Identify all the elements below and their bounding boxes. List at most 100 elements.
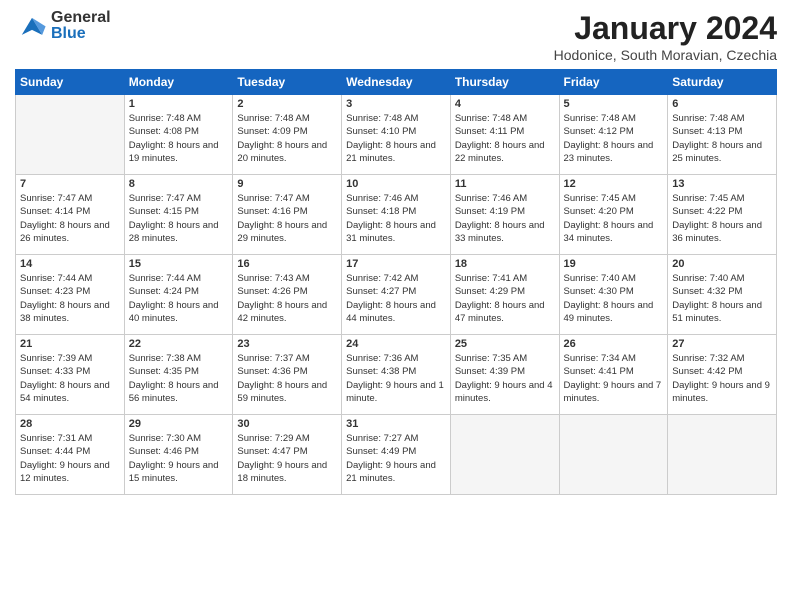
- calendar-cell: 6 Sunrise: 7:48 AM Sunset: 4:13 PM Daylig…: [668, 95, 777, 175]
- logo-icon: [15, 11, 49, 41]
- day-number: 1: [129, 98, 229, 110]
- calendar-cell: 15 Sunrise: 7:44 AM Sunset: 4:24 PM Dayli…: [124, 255, 233, 335]
- day-number: 2: [237, 98, 337, 110]
- day-info: Sunrise: 7:43 AM Sunset: 4:26 PM Dayligh…: [237, 272, 337, 325]
- logo-blue: Blue: [51, 26, 111, 42]
- page-header: General Blue January 2024 Hodonice, Sout…: [15, 10, 777, 63]
- day-number: 21: [20, 338, 120, 350]
- calendar-cell: [16, 95, 125, 175]
- calendar-cell: 21 Sunrise: 7:39 AM Sunset: 4:33 PM Dayli…: [16, 335, 125, 415]
- title-area: January 2024 Hodonice, South Moravian, C…: [554, 10, 777, 63]
- calendar-cell: 11Sunrise: 7:46 AM Sunset: 4:19 PM Dayli…: [450, 175, 559, 255]
- calendar-week-row: 14 Sunrise: 7:44 AM Sunset: 4:23 PM Dayli…: [16, 255, 777, 335]
- logo-text: General Blue: [51, 10, 111, 42]
- calendar-cell: 17Sunrise: 7:42 AM Sunset: 4:27 PM Dayli…: [342, 255, 451, 335]
- day-info: Sunrise: 7:32 AM Sunset: 4:42 PM Dayligh…: [672, 352, 772, 405]
- month-title: January 2024: [554, 10, 777, 47]
- weekday-header: Thursday: [450, 70, 559, 95]
- day-number: 24: [346, 338, 446, 350]
- day-number: 5: [564, 98, 664, 110]
- weekday-header: Wednesday: [342, 70, 451, 95]
- calendar-week-row: 21 Sunrise: 7:39 AM Sunset: 4:33 PM Dayli…: [16, 335, 777, 415]
- calendar-week-row: 7Sunrise: 7:47 AM Sunset: 4:14 PM Daylig…: [16, 175, 777, 255]
- calendar-cell: 9Sunrise: 7:47 AM Sunset: 4:16 PM Daylig…: [233, 175, 342, 255]
- calendar-cell: 10 Sunrise: 7:46 AM Sunset: 4:18 PM Dayli…: [342, 175, 451, 255]
- calendar-cell: [668, 415, 777, 495]
- weekday-header: Tuesday: [233, 70, 342, 95]
- location: Hodonice, South Moravian, Czechia: [554, 47, 777, 63]
- day-info: Sunrise: 7:46 AM Sunset: 4:19 PM Dayligh…: [455, 192, 555, 245]
- calendar-cell: [450, 415, 559, 495]
- day-info: Sunrise: 7:45 AM Sunset: 4:20 PM Dayligh…: [564, 192, 664, 245]
- day-info: Sunrise: 7:44 AM Sunset: 4:24 PM Dayligh…: [129, 272, 229, 325]
- day-number: 19: [564, 258, 664, 270]
- calendar-cell: 4Sunrise: 7:48 AM Sunset: 4:11 PM Daylig…: [450, 95, 559, 175]
- calendar-cell: 29 Sunrise: 7:30 AM Sunset: 4:46 PM Dayli…: [124, 415, 233, 495]
- weekday-header: Sunday: [16, 70, 125, 95]
- day-number: 27: [672, 338, 772, 350]
- calendar-cell: 3Sunrise: 7:48 AM Sunset: 4:10 PM Daylig…: [342, 95, 451, 175]
- day-info: Sunrise: 7:48 AM Sunset: 4:13 PM Dayligh…: [672, 112, 772, 165]
- day-number: 16: [237, 258, 337, 270]
- day-info: Sunrise: 7:44 AM Sunset: 4:23 PM Dayligh…: [20, 272, 120, 325]
- day-info: Sunrise: 7:41 AM Sunset: 4:29 PM Dayligh…: [455, 272, 555, 325]
- day-info: Sunrise: 7:30 AM Sunset: 4:46 PM Dayligh…: [129, 432, 229, 485]
- day-info: Sunrise: 7:48 AM Sunset: 4:11 PM Dayligh…: [455, 112, 555, 165]
- day-info: Sunrise: 7:37 AM Sunset: 4:36 PM Dayligh…: [237, 352, 337, 405]
- day-number: 25: [455, 338, 555, 350]
- day-number: 10: [346, 178, 446, 190]
- calendar-cell: 25Sunrise: 7:35 AM Sunset: 4:39 PM Dayli…: [450, 335, 559, 415]
- day-info: Sunrise: 7:38 AM Sunset: 4:35 PM Dayligh…: [129, 352, 229, 405]
- calendar-week-row: 1 Sunrise: 7:48 AM Sunset: 4:08 PM Daylig…: [16, 95, 777, 175]
- calendar-week-row: 28Sunrise: 7:31 AM Sunset: 4:44 PM Dayli…: [16, 415, 777, 495]
- day-info: Sunrise: 7:36 AM Sunset: 4:38 PM Dayligh…: [346, 352, 446, 405]
- day-number: 20: [672, 258, 772, 270]
- day-info: Sunrise: 7:27 AM Sunset: 4:49 PM Dayligh…: [346, 432, 446, 485]
- day-number: 6: [672, 98, 772, 110]
- weekday-header: Friday: [559, 70, 668, 95]
- calendar-cell: 12 Sunrise: 7:45 AM Sunset: 4:20 PM Dayli…: [559, 175, 668, 255]
- day-number: 17: [346, 258, 446, 270]
- day-info: Sunrise: 7:48 AM Sunset: 4:09 PM Dayligh…: [237, 112, 337, 165]
- day-number: 26: [564, 338, 664, 350]
- day-number: 30: [237, 418, 337, 430]
- day-number: 14: [20, 258, 120, 270]
- weekday-header: Saturday: [668, 70, 777, 95]
- day-info: Sunrise: 7:29 AM Sunset: 4:47 PM Dayligh…: [237, 432, 337, 485]
- calendar-cell: 18 Sunrise: 7:41 AM Sunset: 4:29 PM Dayli…: [450, 255, 559, 335]
- calendar-cell: 22 Sunrise: 7:38 AM Sunset: 4:35 PM Dayli…: [124, 335, 233, 415]
- calendar-cell: [559, 415, 668, 495]
- day-number: 12: [564, 178, 664, 190]
- day-info: Sunrise: 7:48 AM Sunset: 4:08 PM Dayligh…: [129, 112, 229, 165]
- calendar-table: SundayMondayTuesdayWednesdayThursdayFrid…: [15, 69, 777, 495]
- weekday-header: Monday: [124, 70, 233, 95]
- day-number: 15: [129, 258, 229, 270]
- calendar-cell: 27 Sunrise: 7:32 AM Sunset: 4:42 PM Dayli…: [668, 335, 777, 415]
- calendar-cell: 20Sunrise: 7:40 AM Sunset: 4:32 PM Dayli…: [668, 255, 777, 335]
- day-info: Sunrise: 7:46 AM Sunset: 4:18 PM Dayligh…: [346, 192, 446, 245]
- calendar-cell: 19Sunrise: 7:40 AM Sunset: 4:30 PM Dayli…: [559, 255, 668, 335]
- logo: General Blue: [15, 10, 111, 42]
- day-number: 22: [129, 338, 229, 350]
- logo-general: General: [51, 10, 111, 26]
- calendar-cell: 2 Sunrise: 7:48 AM Sunset: 4:09 PM Daylig…: [233, 95, 342, 175]
- calendar-cell: 30 Sunrise: 7:29 AM Sunset: 4:47 PM Dayli…: [233, 415, 342, 495]
- calendar-cell: 13Sunrise: 7:45 AM Sunset: 4:22 PM Dayli…: [668, 175, 777, 255]
- calendar-cell: 23 Sunrise: 7:37 AM Sunset: 4:36 PM Dayli…: [233, 335, 342, 415]
- day-info: Sunrise: 7:47 AM Sunset: 4:14 PM Dayligh…: [20, 192, 120, 245]
- day-info: Sunrise: 7:34 AM Sunset: 4:41 PM Dayligh…: [564, 352, 664, 405]
- day-number: 31: [346, 418, 446, 430]
- day-number: 18: [455, 258, 555, 270]
- day-number: 28: [20, 418, 120, 430]
- day-info: Sunrise: 7:45 AM Sunset: 4:22 PM Dayligh…: [672, 192, 772, 245]
- calendar-cell: 14 Sunrise: 7:44 AM Sunset: 4:23 PM Dayli…: [16, 255, 125, 335]
- day-number: 29: [129, 418, 229, 430]
- calendar-cell: 24 Sunrise: 7:36 AM Sunset: 4:38 PM Dayli…: [342, 335, 451, 415]
- day-info: Sunrise: 7:48 AM Sunset: 4:12 PM Dayligh…: [564, 112, 664, 165]
- day-number: 8: [129, 178, 229, 190]
- weekday-header-row: SundayMondayTuesdayWednesdayThursdayFrid…: [16, 70, 777, 95]
- day-number: 23: [237, 338, 337, 350]
- day-info: Sunrise: 7:39 AM Sunset: 4:33 PM Dayligh…: [20, 352, 120, 405]
- day-number: 9: [237, 178, 337, 190]
- day-info: Sunrise: 7:48 AM Sunset: 4:10 PM Dayligh…: [346, 112, 446, 165]
